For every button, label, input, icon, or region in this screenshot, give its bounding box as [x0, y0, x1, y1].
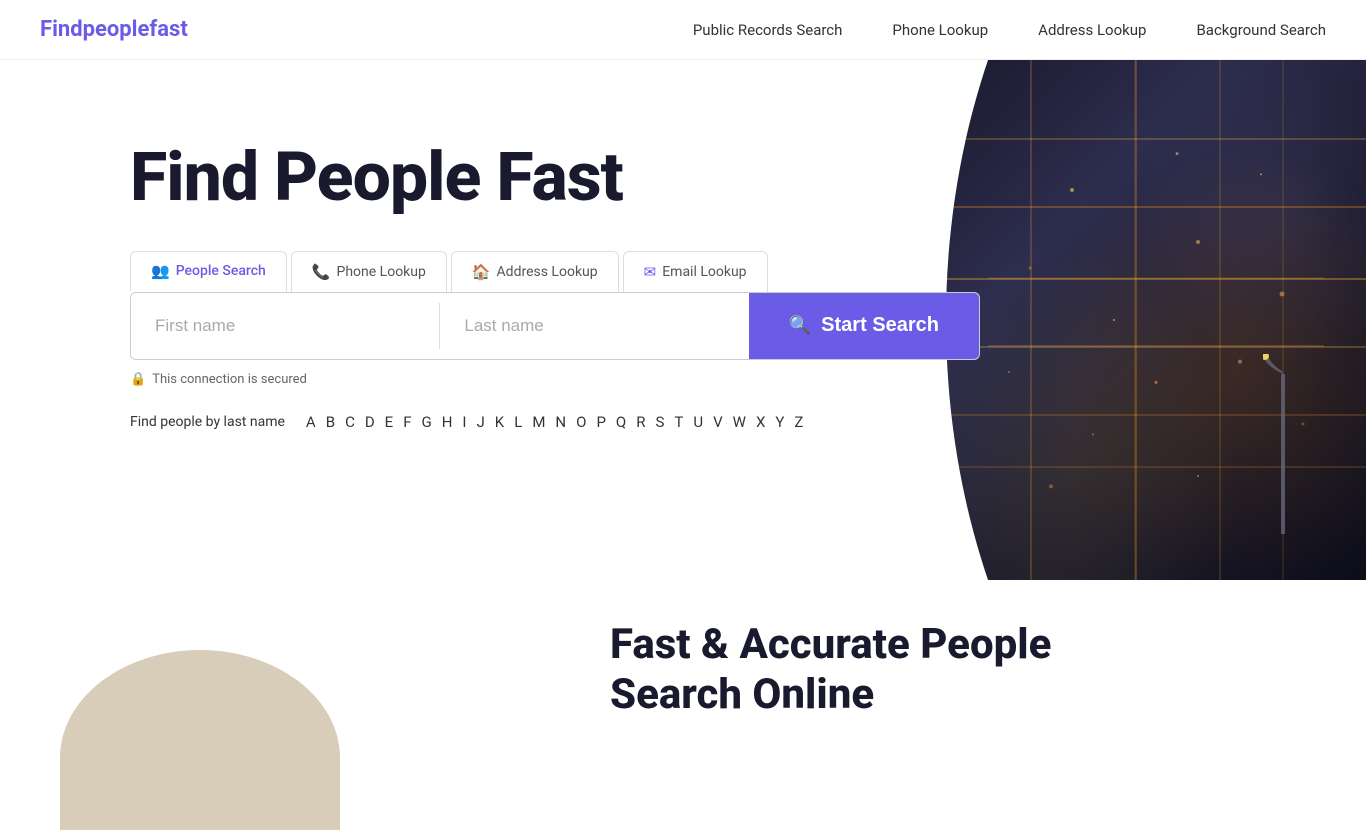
alphabet-row: Find people by last name ABCDEFGHIJKLMNO…: [130, 411, 1000, 433]
alphabet-letter-O[interactable]: O: [571, 411, 591, 433]
search-button-label: Start Search: [821, 314, 939, 337]
tab-people-search[interactable]: 👥 People Search: [130, 251, 287, 292]
tab-phone-lookup[interactable]: 📞 Phone Lookup: [291, 251, 447, 292]
bottom-title: Fast & Accurate People Search Online: [610, 620, 1051, 721]
alphabet-letter-W[interactable]: W: [728, 411, 751, 433]
alphabet-letter-N[interactable]: N: [550, 411, 571, 433]
nav-item-public-records[interactable]: Public Records Search: [693, 21, 843, 39]
alphabet-letter-A[interactable]: A: [301, 411, 321, 433]
first-name-input[interactable]: [131, 293, 439, 359]
tab-label-phone-lookup: Phone Lookup: [337, 264, 426, 280]
logo[interactable]: Findpeoplefast: [40, 17, 188, 42]
alphabet-letter-P[interactable]: P: [591, 411, 610, 433]
alphabet-letter-B[interactable]: B: [321, 411, 340, 433]
bottom-text: Fast & Accurate People Search Online: [610, 620, 1051, 721]
tab-address-lookup[interactable]: 🏠 Address Lookup: [451, 251, 619, 292]
alphabet-letter-M[interactable]: M: [527, 411, 550, 433]
alphabet-letter-I[interactable]: I: [457, 411, 471, 433]
tab-icon-phone-lookup: 📞: [312, 263, 331, 281]
tab-email-lookup[interactable]: ✉ Email Lookup: [623, 251, 768, 292]
alphabet-letter-F[interactable]: F: [398, 411, 416, 433]
tab-icon-people-search: 👥: [151, 262, 170, 280]
last-name-input[interactable]: [440, 293, 748, 359]
alphabet-letter-V[interactable]: V: [708, 411, 728, 433]
nav-item-background-search[interactable]: Background Search: [1196, 21, 1326, 39]
header: Findpeoplefast Public Records Search Phon…: [0, 0, 1366, 60]
alphabet-letter-U[interactable]: U: [688, 411, 708, 433]
search-icon: 🔍: [789, 315, 811, 336]
alphabet-letter-T[interactable]: T: [669, 411, 688, 433]
alphabet-letter-Y[interactable]: Y: [770, 411, 789, 433]
alphabet-letter-R[interactable]: R: [631, 411, 650, 433]
bottom-section: Fast & Accurate People Search Online: [0, 580, 1366, 830]
alphabet-letter-H[interactable]: H: [437, 411, 458, 433]
tab-icon-email-lookup: ✉: [644, 263, 657, 281]
alphabet-letter-Z[interactable]: Z: [789, 411, 808, 433]
alphabet-letter-S[interactable]: S: [651, 411, 670, 433]
alphabet-letter-E[interactable]: E: [380, 411, 399, 433]
start-search-button[interactable]: 🔍 Start Search: [749, 293, 979, 359]
search-box: 🔍 Start Search: [130, 292, 980, 360]
tab-label-email-lookup: Email Lookup: [662, 264, 746, 280]
hero-title: Find People Fast: [130, 140, 1000, 215]
tab-label-people-search: People Search: [176, 263, 266, 279]
alphabet-letter-L[interactable]: L: [509, 411, 527, 433]
alphabet-letter-D[interactable]: D: [360, 411, 380, 433]
alphabet-label: Find people by last name: [130, 414, 285, 430]
tab-icon-address-lookup: 🏠: [472, 263, 491, 281]
search-tabs: 👥 People Search 📞 Phone Lookup 🏠 Address Look…: [130, 251, 1000, 292]
hero-image: [946, 60, 1366, 580]
secure-note: 🔒 This connection is secured: [130, 372, 1000, 387]
tab-label-address-lookup: Address Lookup: [497, 264, 598, 280]
alphabet-letter-X[interactable]: X: [751, 411, 770, 433]
alphabet-letter-G[interactable]: G: [417, 411, 437, 433]
lock-icon: 🔒: [130, 372, 146, 387]
hero-section: Find People Fast 👥 People Search 📞 Phone Lo…: [0, 60, 1366, 580]
main-nav: Public Records Search Phone Lookup Address…: [693, 21, 1326, 39]
bottom-decorative-shape: [60, 650, 340, 830]
secure-text: This connection is secured: [152, 372, 307, 387]
alphabet-letter-Q[interactable]: Q: [611, 411, 631, 433]
nav-item-phone-lookup[interactable]: Phone Lookup: [892, 21, 988, 39]
hero-content: Find People Fast 👥 People Search 📞 Phone Lo…: [0, 60, 1000, 493]
alphabet-letter-C[interactable]: C: [340, 411, 360, 433]
nav-item-address-lookup[interactable]: Address Lookup: [1038, 21, 1146, 39]
alphabet-letter-K[interactable]: K: [490, 411, 509, 433]
alphabet-letter-J[interactable]: J: [472, 411, 490, 433]
